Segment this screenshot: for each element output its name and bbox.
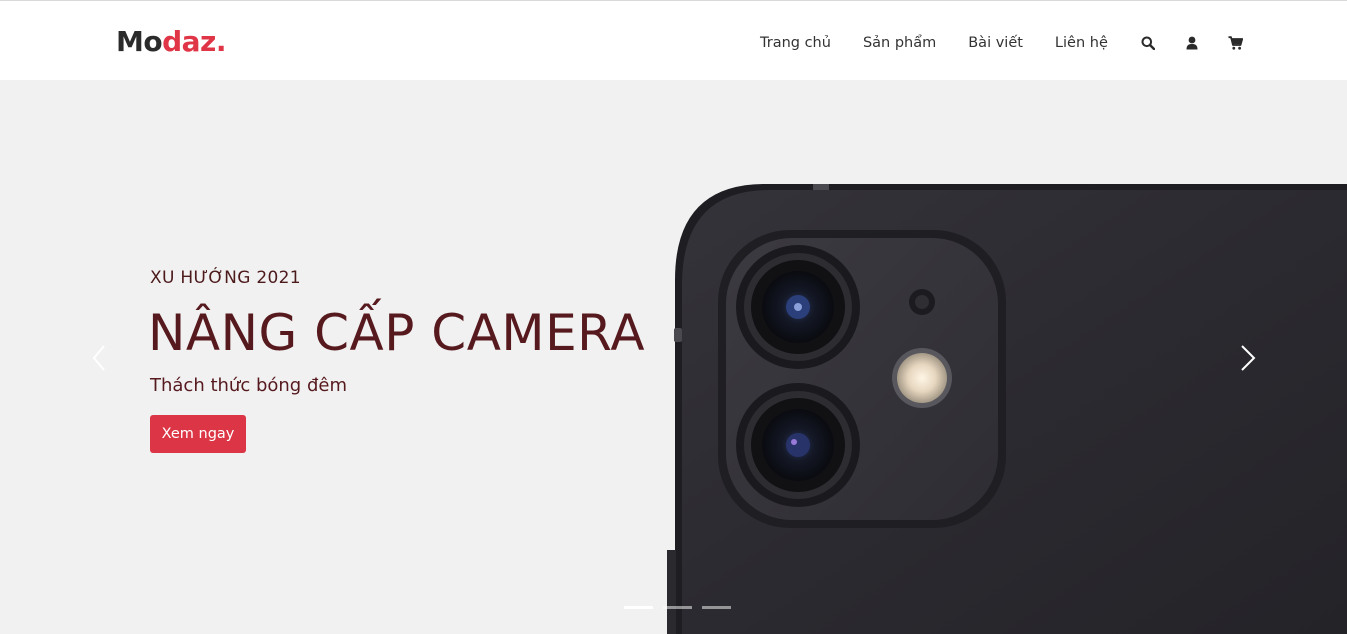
hero-carousel: XU HƯỚNG 2021 NÂNG CẤP CAMERA Thách thức…: [0, 80, 1347, 634]
view-now-button[interactable]: Xem ngay: [150, 415, 246, 453]
main-nav: Trang chủ Sản phẩm Bài viết Liên hệ: [760, 31, 1272, 55]
site-header: Modaz. Trang chủ Sản phẩm Bài viết Liên …: [0, 0, 1347, 80]
carousel-indicator-1[interactable]: [624, 606, 653, 609]
hero-headline: NÂNG CẤP CAMERA: [148, 304, 646, 362]
nav-link-articles[interactable]: Bài viết: [968, 35, 1023, 51]
carousel-indicators: [624, 606, 731, 609]
carousel-indicator-3[interactable]: [702, 606, 731, 609]
hero-subline: Thách thức bóng đêm: [150, 375, 347, 396]
nav-link-home[interactable]: Trang chủ: [760, 35, 831, 51]
search-icon[interactable]: [1140, 35, 1156, 51]
carousel-indicator-2[interactable]: [663, 606, 692, 609]
brand-logo[interactable]: Modaz.: [116, 25, 226, 59]
user-icon[interactable]: [1184, 35, 1200, 51]
cart-icon[interactable]: [1228, 35, 1244, 51]
carousel-next-button[interactable]: [1236, 338, 1260, 378]
nav-link-products[interactable]: Sản phẩm: [863, 35, 936, 51]
hero-kicker: XU HƯỚNG 2021: [150, 268, 301, 288]
logo-text-dark: Mo: [116, 25, 163, 58]
logo-text-accent: daz.: [162, 25, 226, 58]
nav-link-contact[interactable]: Liên hệ: [1055, 35, 1108, 51]
carousel-prev-button[interactable]: [88, 338, 112, 378]
